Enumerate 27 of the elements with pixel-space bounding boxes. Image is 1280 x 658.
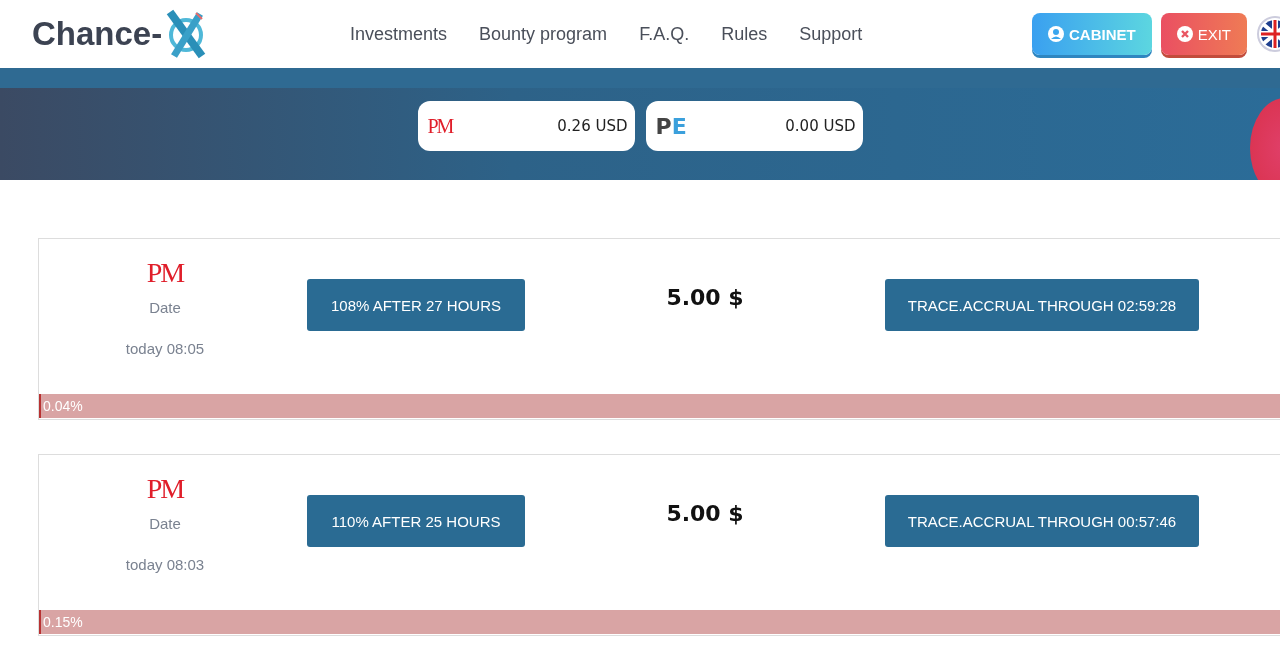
date-label: Date: [149, 515, 181, 532]
deposit-amount: 5.00 $: [665, 285, 745, 310]
pm-logo: PM: [146, 473, 184, 505]
nav-link[interactable]: Rules: [721, 23, 768, 45]
date-value: today 08:05: [125, 340, 205, 357]
date-label: Date: [149, 299, 181, 316]
date-value: today 08:03: [125, 556, 205, 573]
plan-label: 108% AFTER 27 HOURS: [307, 279, 525, 331]
pm-logo: PM: [427, 114, 453, 138]
nav-link[interactable]: F.A.Q.: [639, 23, 690, 45]
balance-amount: 0.26 USD: [557, 117, 628, 135]
pm-logo: PM: [146, 257, 184, 289]
nav-link[interactable]: Bounty program: [479, 23, 608, 45]
pe-logo: PE: [655, 113, 687, 139]
progress-percent: 0.04%: [43, 398, 83, 414]
user-icon: [1048, 26, 1064, 42]
balance-amount: 0.00 USD: [785, 117, 856, 135]
flag-icon[interactable]: [1256, 15, 1280, 53]
logo-text: Chance-: [32, 15, 163, 53]
progress-percent: 0.15%: [43, 614, 83, 630]
nav-link[interactable]: Support: [799, 23, 863, 45]
accrual-timer: TRACE.ACCRUAL THROUGH 00:57:46: [885, 495, 1199, 547]
accrual-timer: TRACE.ACCRUAL THROUGH 02:59:28: [885, 279, 1199, 331]
close-icon: [1176, 26, 1193, 42]
plan-label: 110% AFTER 25 HOURS: [307, 495, 525, 547]
nav-link[interactable]: Investments: [350, 23, 448, 45]
deposit-amount: 5.00 $: [665, 501, 745, 526]
